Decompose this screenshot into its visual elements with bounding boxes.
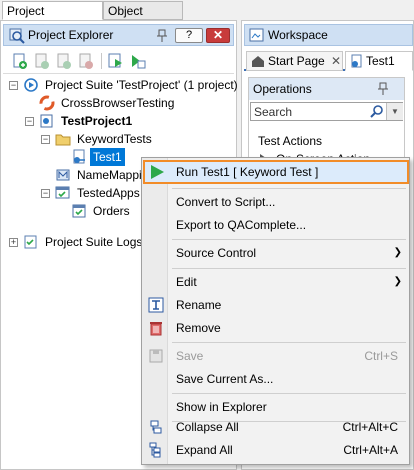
menu-item-run-test[interactable]: Run Test1 [ Keyword Test ]	[143, 160, 409, 184]
top-tab-bar: Project Workspace Object Browser	[0, 0, 414, 36]
home-icon	[252, 56, 264, 67]
ops-category-test-actions[interactable]: Test Actions	[258, 132, 398, 150]
add-child-icon[interactable]	[33, 52, 51, 70]
run-icon	[151, 165, 164, 179]
save-icon	[149, 349, 163, 363]
tab-object-browser[interactable]: Object Browser	[103, 1, 183, 36]
application-icon	[72, 204, 86, 218]
close-tab-icon[interactable]: ✕	[331, 52, 341, 70]
operations-header: Operations	[249, 78, 404, 100]
menu-separator	[172, 268, 406, 269]
collapse-all-icon	[150, 420, 162, 434]
project-explorer-title: Project Explorer	[28, 28, 114, 42]
crossbrowser-icon	[39, 95, 55, 111]
keyword-test-tab-icon	[351, 54, 362, 68]
keyword-test-icon	[73, 149, 85, 164]
expand-logs-toggle[interactable]: +	[9, 238, 18, 247]
remove-item-icon[interactable]	[77, 52, 95, 70]
tab-test1[interactable]: Test1	[345, 51, 413, 71]
document-tab-bar: Start Page ✕ Test1	[244, 49, 413, 71]
submenu-arrow-icon: ❯	[393, 247, 402, 258]
menu-separator	[172, 393, 406, 394]
menu-separator	[172, 239, 406, 240]
menu-item-show-in-explorer[interactable]: Show in Explorer	[144, 396, 408, 418]
submenu-arrow-icon: ❯	[393, 276, 402, 287]
menu-item-convert-to-script[interactable]: Convert to Script...	[144, 191, 408, 213]
menu-separator	[172, 342, 406, 343]
tab-start-page[interactable]: Start Page ✕	[246, 51, 343, 71]
chevron-down-icon[interactable]: ▼	[386, 103, 403, 120]
menu-item-remove[interactable]: Remove	[144, 317, 408, 339]
folder-icon	[55, 134, 71, 146]
pin-icon[interactable]	[377, 82, 389, 96]
tab-project-workspace[interactable]: Project Workspace	[2, 1, 103, 36]
collapse-project-toggle[interactable]: −	[25, 117, 34, 126]
search-icon[interactable]	[369, 104, 385, 120]
toolbar-separator	[101, 53, 102, 69]
explorer-toolbar	[3, 50, 234, 72]
collapse-testedapps-toggle[interactable]: −	[41, 189, 50, 198]
context-menu: Run Test1 [ Keyword Test ] Convert to Sc…	[141, 157, 410, 465]
pin-icon[interactable]	[156, 29, 168, 43]
close-button[interactable]: ✕	[206, 28, 230, 43]
menu-item-save-current-as[interactable]: Save Current As...	[144, 368, 408, 390]
add-item-icon[interactable]	[11, 52, 29, 70]
workspace-header: Workspace	[244, 24, 413, 46]
workspace-title: Workspace	[268, 28, 328, 42]
menu-item-expand-all[interactable]: Expand All Ctrl+Alt+A	[144, 439, 408, 461]
menu-item-export-qacomplete[interactable]: Export to QAComplete...	[144, 214, 408, 236]
menu-item-rename[interactable]: Rename	[144, 294, 408, 316]
menu-item-source-control[interactable]: Source Control ❯	[144, 242, 408, 264]
menu-separator	[172, 188, 406, 189]
run-dropdown-icon[interactable]	[129, 52, 147, 70]
project-icon	[40, 114, 53, 128]
namemapping-icon	[56, 169, 70, 181]
logs-icon	[24, 235, 37, 249]
workspace-icon	[249, 28, 264, 42]
add-existing-icon[interactable]	[55, 52, 73, 70]
project-explorer-header: Project Explorer ? ✕	[3, 24, 234, 46]
testedapps-icon	[55, 186, 70, 199]
menu-item-edit[interactable]: Edit ❯	[144, 271, 408, 293]
collapse-suite-toggle[interactable]: −	[9, 81, 18, 90]
trash-icon	[150, 322, 162, 336]
rename-icon	[148, 297, 164, 313]
menu-item-collapse-all[interactable]: Collapse All Ctrl+Alt+C	[144, 416, 408, 438]
operations-search-input[interactable]: Search ▼	[250, 102, 403, 121]
project-explorer-icon	[9, 28, 25, 44]
help-button[interactable]: ?	[175, 28, 203, 43]
collapse-keywordtests-toggle[interactable]: −	[41, 135, 50, 144]
menu-item-save[interactable]: Save Ctrl+S	[144, 345, 408, 367]
run-project-icon[interactable]	[107, 52, 125, 70]
suite-icon	[24, 78, 38, 92]
expand-all-icon	[149, 442, 161, 458]
